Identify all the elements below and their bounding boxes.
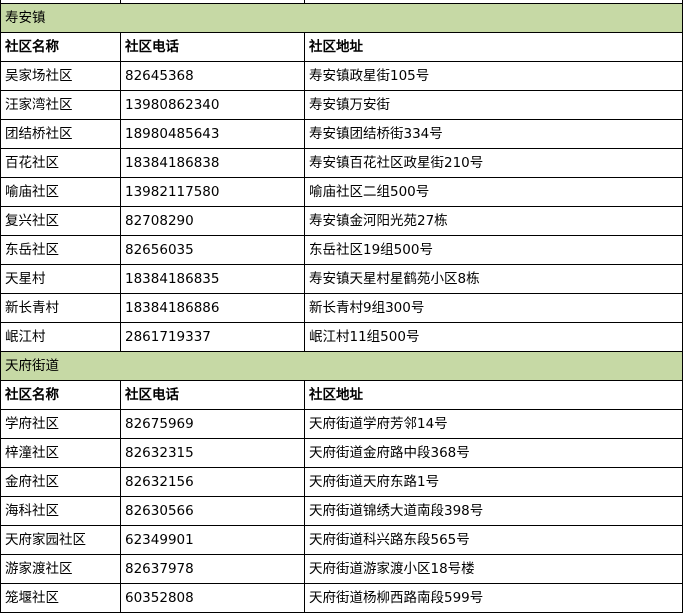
cell-community-address[interactable]: 天府街道天府东路1号 [304, 467, 683, 497]
cell-community-address[interactable]: 岷江村11组500号 [304, 322, 683, 352]
cell-community-name[interactable]: 笼堰社区 [0, 583, 121, 613]
cell-community-name[interactable]: 团结桥社区 [0, 119, 121, 149]
cell-community-address[interactable]: 天府街道锦绣大道南段398号 [304, 496, 683, 526]
cell-community-name[interactable]: 天星村 [0, 264, 121, 294]
header-cell-phone[interactable]: 社区电话 [120, 380, 305, 410]
header-row: 社区名称 社区电话 社区地址 [0, 380, 683, 410]
cell-community-name[interactable]: 学府社区 [0, 409, 121, 439]
cell-community-address[interactable]: 东岳社区19组500号 [304, 235, 683, 265]
cell-community-address[interactable]: 寿安镇万安街 [304, 90, 683, 120]
cell-community-name[interactable]: 复兴社区 [0, 206, 121, 236]
cell-community-address[interactable]: 天府街道科兴路东段565号 [304, 525, 683, 555]
table-row: 新长青村 18384186886 新长青村9组300号 [0, 293, 683, 323]
table-row: 汪家湾社区 13980862340 寿安镇万安街 [0, 90, 683, 120]
cell-community-phone[interactable]: 18384186838 [120, 148, 305, 178]
table-body: 寿安镇 社区名称 社区电话 社区地址 吴家场社区 82645368 寿安镇政星街105号 汪家… [0, 0, 683, 613]
cell-community-name[interactable]: 天府家园社区 [0, 525, 121, 555]
section-row: 寿安镇 [0, 3, 683, 33]
cell-community-phone[interactable]: 82708290 [120, 206, 305, 236]
table-row: 梓潼社区 82632315 天府街道金府路中段368号 [0, 438, 683, 468]
table-row: 复兴社区 82708290 寿安镇金河阳光苑27栋 [0, 206, 683, 236]
cell-community-address[interactable]: 天府街道金府路中段368号 [304, 438, 683, 468]
header-cell-name[interactable]: 社区名称 [0, 380, 121, 410]
table-row: 金府社区 82632156 天府街道天府东路1号 [0, 467, 683, 497]
table-row: 岷江村 2861719337 岷江村11组500号 [0, 322, 683, 352]
cell-community-phone[interactable]: 13980862340 [120, 90, 305, 120]
cell-community-address[interactable]: 喻庙社区二组500号 [304, 177, 683, 207]
cell-community-phone[interactable]: 60352808 [120, 583, 305, 613]
cell-community-phone[interactable]: 18384186886 [120, 293, 305, 323]
section-row: 天府街道 [0, 351, 683, 381]
cell-community-name[interactable]: 百花社区 [0, 148, 121, 178]
cell-community-address[interactable]: 寿安镇团结桥街334号 [304, 119, 683, 149]
cell-community-phone[interactable]: 82645368 [120, 61, 305, 91]
table-row: 百花社区 18384186838 寿安镇百花社区政星街210号 [0, 148, 683, 178]
cell-community-address[interactable]: 寿安镇百花社区政星街210号 [304, 148, 683, 178]
header-cell-phone[interactable]: 社区电话 [120, 32, 305, 62]
cell-community-phone[interactable]: 2861719337 [120, 322, 305, 352]
cell-community-phone[interactable]: 18980485643 [120, 119, 305, 149]
table-row: 东岳社区 82656035 东岳社区19组500号 [0, 235, 683, 265]
cell-community-name[interactable]: 海科社区 [0, 496, 121, 526]
cell-community-name[interactable]: 汪家湾社区 [0, 90, 121, 120]
table-row: 游家渡社区 82637978 天府街道游家渡小区18号楼 [0, 554, 683, 584]
table-row: 吴家场社区 82645368 寿安镇政星街105号 [0, 61, 683, 91]
cell-community-phone[interactable]: 82632315 [120, 438, 305, 468]
table-row: 学府社区 82675969 天府街道学府芳邻14号 [0, 409, 683, 439]
cell-community-phone[interactable]: 82675969 [120, 409, 305, 439]
cell-community-name[interactable]: 新长青村 [0, 293, 121, 323]
cell-community-name[interactable]: 东岳社区 [0, 235, 121, 265]
section-title-cell[interactable]: 寿安镇 [0, 3, 683, 33]
cell-community-address[interactable]: 天府街道游家渡小区18号楼 [304, 554, 683, 584]
cell-community-address[interactable]: 寿安镇政星街105号 [304, 61, 683, 91]
cell-community-phone[interactable]: 82630566 [120, 496, 305, 526]
cell-community-phone[interactable]: 82637978 [120, 554, 305, 584]
cell-community-name[interactable]: 金府社区 [0, 467, 121, 497]
table-row: 团结桥社区 18980485643 寿安镇团结桥街334号 [0, 119, 683, 149]
cell-community-phone[interactable]: 62349901 [120, 525, 305, 555]
cell-community-address[interactable]: 新长青村9组300号 [304, 293, 683, 323]
cell-community-address[interactable]: 寿安镇金河阳光苑27栋 [304, 206, 683, 236]
header-cell-address[interactable]: 社区地址 [304, 380, 683, 410]
cell-community-address[interactable]: 天府街道学府芳邻14号 [304, 409, 683, 439]
table-row: 天星村 18384186835 寿安镇天星村星鹤苑小区8栋 [0, 264, 683, 294]
cell-community-phone[interactable]: 82632156 [120, 467, 305, 497]
cell-community-name[interactable]: 吴家场社区 [0, 61, 121, 91]
cell-community-name[interactable]: 游家渡社区 [0, 554, 121, 584]
cell-community-phone[interactable]: 13982117580 [120, 177, 305, 207]
community-table: 寿安镇 社区名称 社区电话 社区地址 吴家场社区 82645368 寿安镇政星街105号 汪家… [0, 0, 683, 613]
header-row: 社区名称 社区电话 社区地址 [0, 32, 683, 62]
cell-community-name[interactable]: 梓潼社区 [0, 438, 121, 468]
header-cell-name[interactable]: 社区名称 [0, 32, 121, 62]
table-row: 笼堰社区 60352808 天府街道杨柳西路南段599号 [0, 583, 683, 613]
spreadsheet-view: 寿安镇 社区名称 社区电话 社区地址 吴家场社区 82645368 寿安镇政星街105号 汪家… [0, 0, 683, 614]
cell-community-address[interactable]: 天府街道杨柳西路南段599号 [304, 583, 683, 613]
table-row: 天府家园社区 62349901 天府街道科兴路东段565号 [0, 525, 683, 555]
cell-community-name[interactable]: 岷江村 [0, 322, 121, 352]
cell-community-address[interactable]: 寿安镇天星村星鹤苑小区8栋 [304, 264, 683, 294]
cell-community-phone[interactable]: 18384186835 [120, 264, 305, 294]
cell-community-name[interactable]: 喻庙社区 [0, 177, 121, 207]
header-cell-address[interactable]: 社区地址 [304, 32, 683, 62]
table-row: 海科社区 82630566 天府街道锦绣大道南段398号 [0, 496, 683, 526]
cell-community-phone[interactable]: 82656035 [120, 235, 305, 265]
section-title-cell[interactable]: 天府街道 [0, 351, 683, 381]
table-row: 喻庙社区 13982117580 喻庙社区二组500号 [0, 177, 683, 207]
